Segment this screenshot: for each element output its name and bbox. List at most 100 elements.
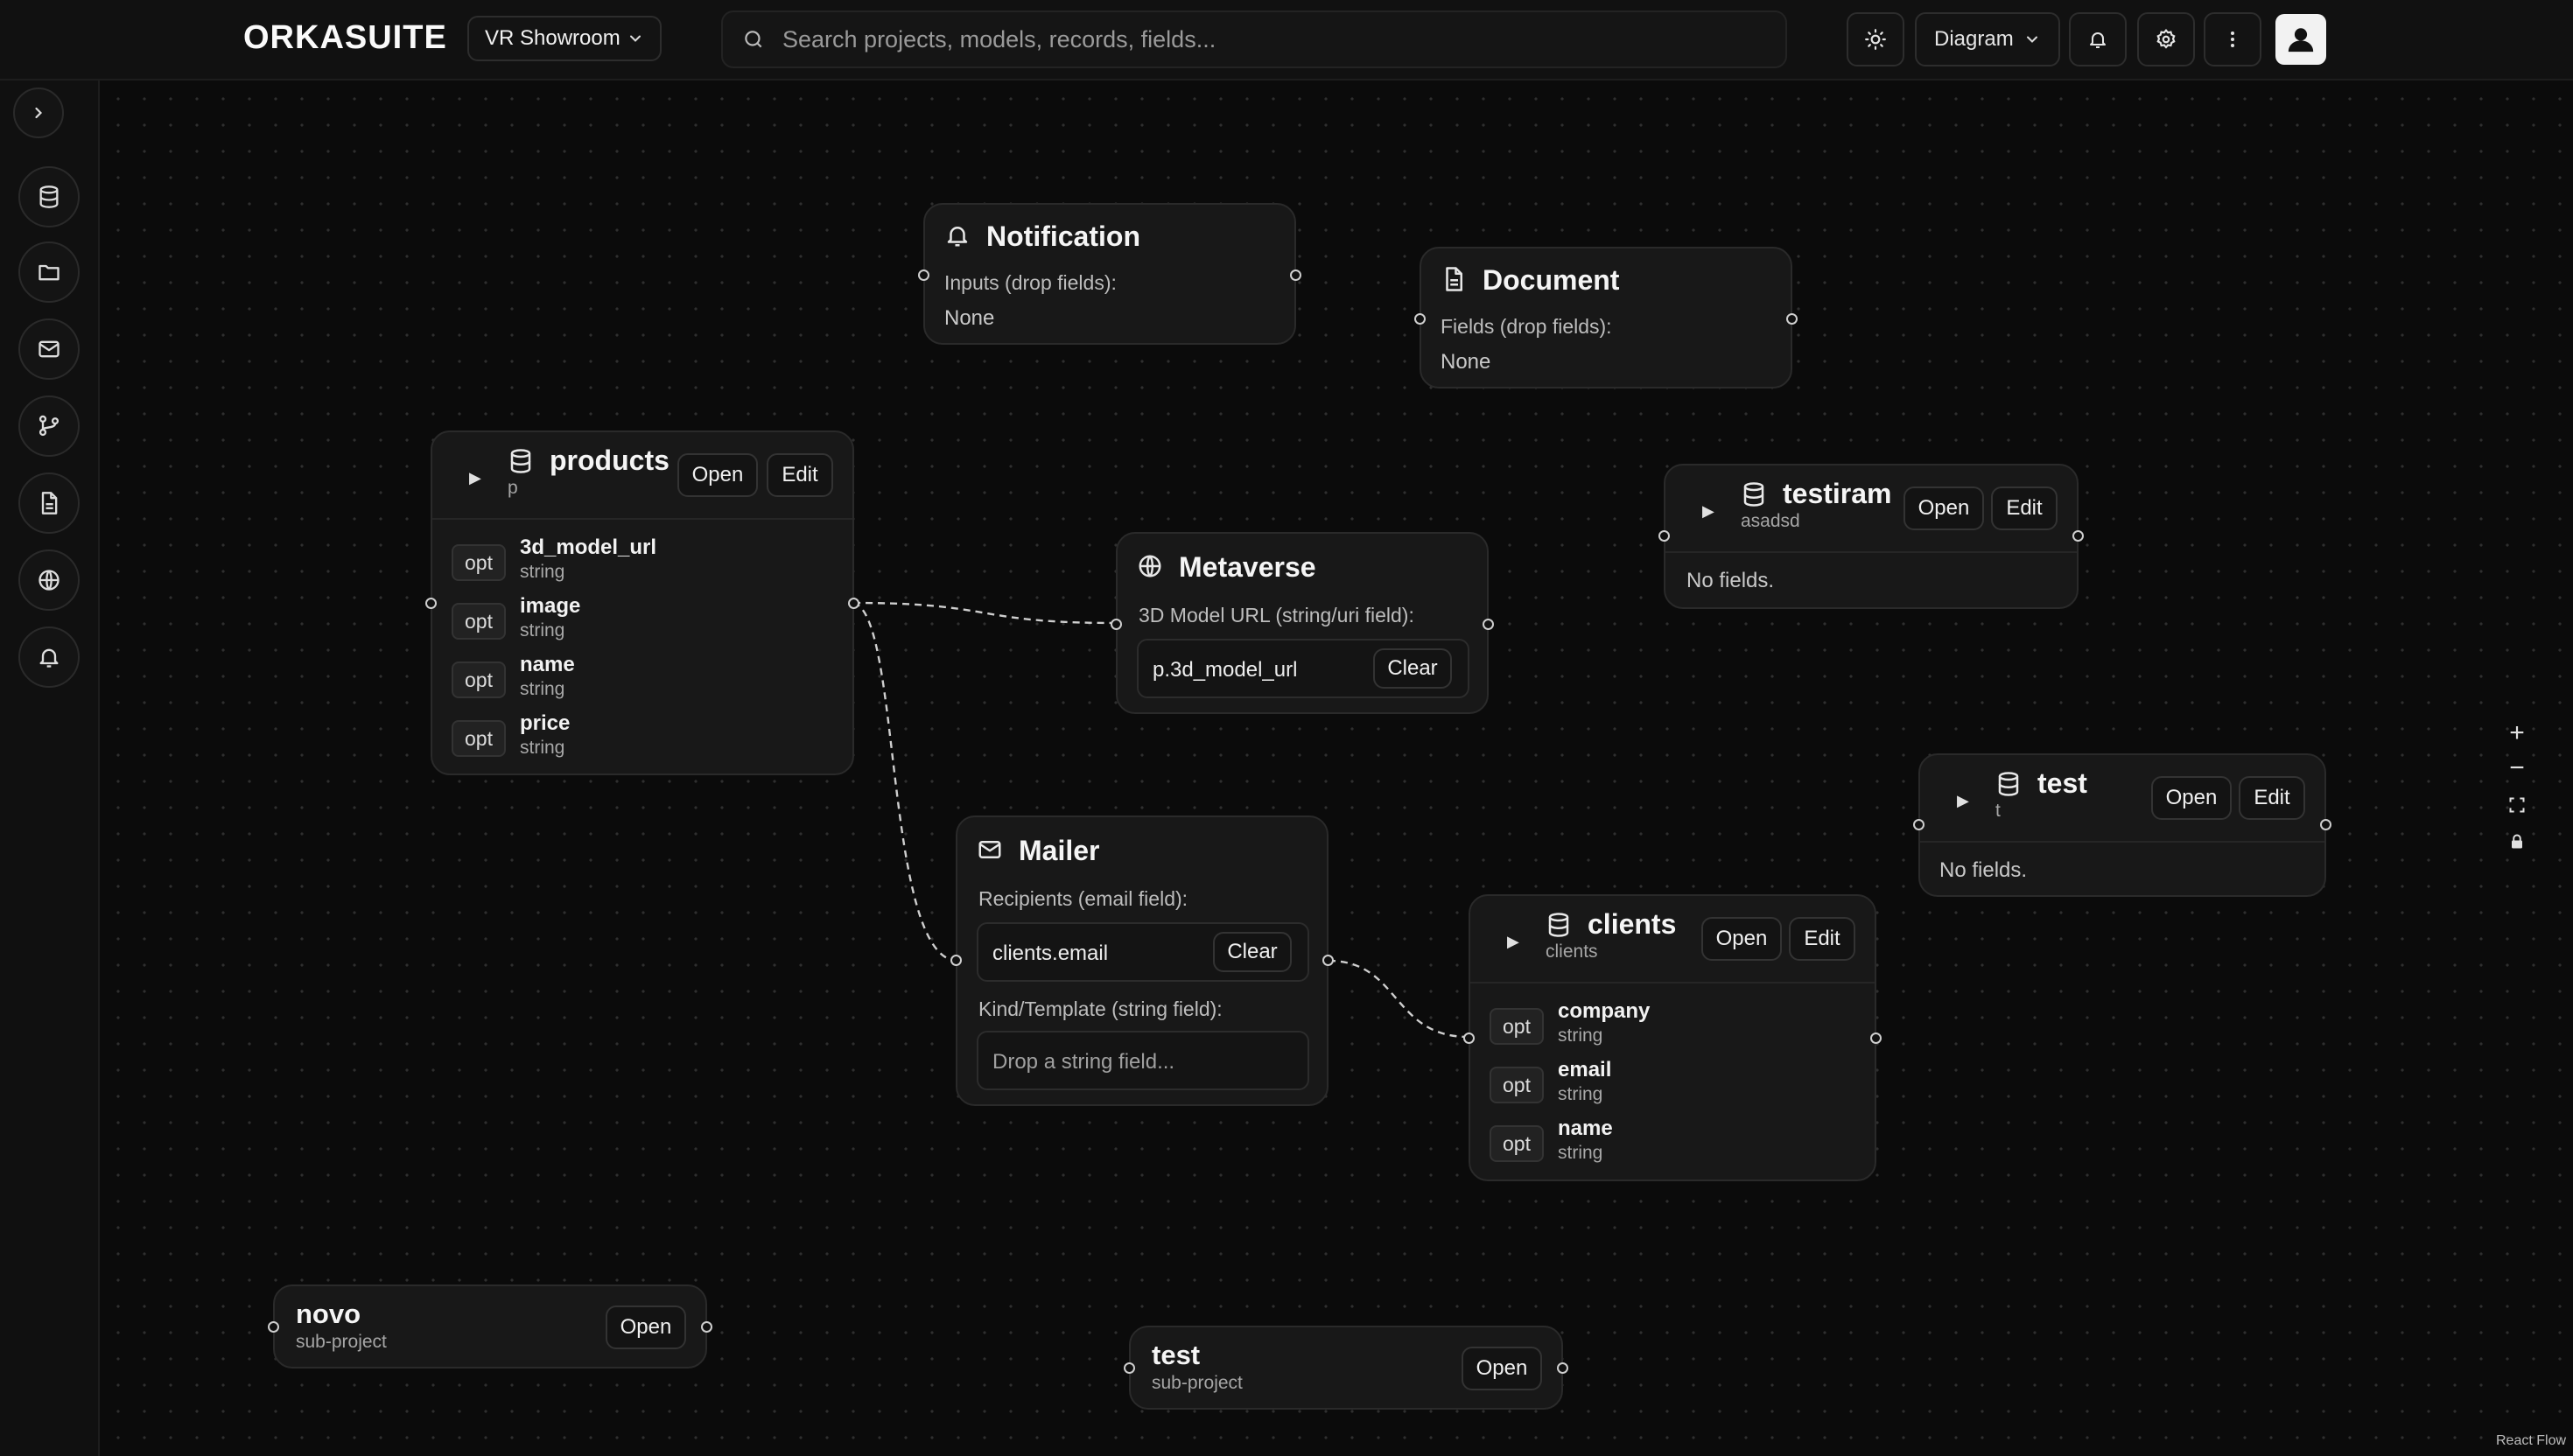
input-handle[interactable] <box>1913 819 1924 830</box>
open-button[interactable]: Open <box>677 453 758 497</box>
notifications-button[interactable] <box>2069 12 2127 66</box>
clients-model-node[interactable]: ▶ clients clients Open Edit opt company … <box>1463 894 1882 1181</box>
expand-toggle-icon[interactable]: ▶ <box>1702 502 1714 521</box>
input-handle[interactable] <box>1414 313 1426 325</box>
output-handle[interactable] <box>1322 955 1334 966</box>
lock-view-button[interactable] <box>2499 824 2534 859</box>
field-name: company <box>1558 999 1651 1023</box>
fit-view-button[interactable] <box>2499 788 2534 822</box>
expand-toggle-icon[interactable]: ▶ <box>1957 792 1969 810</box>
output-handle[interactable] <box>2320 819 2331 830</box>
open-button[interactable]: Open <box>1903 486 1984 530</box>
sidebar-item-database[interactable] <box>18 166 80 228</box>
sidebar-item-mail[interactable] <box>18 318 80 380</box>
node-title: test <box>2037 767 2087 799</box>
recipients-dropzone[interactable]: clients.email Clear <box>977 922 1309 982</box>
edit-button[interactable]: Edit <box>767 453 833 497</box>
input-handle[interactable] <box>1124 1362 1135 1374</box>
field-row[interactable]: opt price string <box>452 711 837 769</box>
zoom-out-button[interactable]: − <box>2499 751 2534 786</box>
edit-button[interactable]: Edit <box>1789 917 1855 961</box>
sidebar-item-documents[interactable] <box>18 472 80 534</box>
open-button[interactable]: Open <box>1701 917 1782 961</box>
node-subtitle: sub-project <box>1152 1373 1243 1393</box>
search-input[interactable] <box>782 25 1745 53</box>
input-handle[interactable] <box>1111 619 1122 630</box>
novo-subproject-node[interactable]: novo sub-project Open <box>268 1284 712 1368</box>
sidebar-item-workflows[interactable] <box>18 396 80 457</box>
app-logo[interactable]: ORKASUITE <box>243 19 447 57</box>
document-node[interactable]: Document Fields (drop fields): None <box>1414 247 1798 388</box>
field-row[interactable]: opt image string <box>452 594 837 652</box>
more-menu-button[interactable] <box>2204 12 2261 66</box>
sidebar-item-metaverse[interactable] <box>18 550 80 611</box>
sidebar-item-folders[interactable] <box>18 242 80 303</box>
folder-icon <box>39 264 60 281</box>
output-handle[interactable] <box>1870 1032 1882 1044</box>
input-handle[interactable] <box>1463 1032 1475 1044</box>
view-select[interactable]: Diagram <box>1915 12 2060 66</box>
optional-badge: opt <box>452 603 506 640</box>
edit-button[interactable]: Edit <box>2239 776 2305 820</box>
avatar[interactable] <box>2275 14 2326 65</box>
node-divider <box>1665 551 2077 553</box>
output-handle[interactable] <box>1483 619 1494 630</box>
output-handle[interactable] <box>848 598 859 609</box>
field-type: string <box>1558 1026 1603 1046</box>
zoom-in-button[interactable]: + <box>2499 716 2534 751</box>
output-handle[interactable] <box>1557 1362 1568 1374</box>
project-select[interactable]: VR Showroom <box>467 16 662 61</box>
search-bar[interactable] <box>721 10 1787 68</box>
field-row[interactable]: opt email string <box>1490 1058 1875 1116</box>
open-button[interactable]: Open <box>606 1306 686 1349</box>
optional-badge: opt <box>1490 1067 1544 1103</box>
node-divider <box>1470 982 1875 984</box>
node-title: Mailer <box>1019 835 1100 866</box>
settings-button[interactable] <box>2137 12 2195 66</box>
optional-badge: opt <box>452 544 506 581</box>
notification-node[interactable]: Notification Inputs (drop fields): None <box>918 203 1301 345</box>
metaverse-node[interactable]: Metaverse 3D Model URL (string/uri field… <box>1111 532 1494 714</box>
open-button[interactable]: Open <box>1462 1347 1542 1390</box>
kind-template-dropzone[interactable]: Drop a string field... <box>977 1031 1309 1090</box>
lock-icon <box>2512 834 2522 849</box>
output-handle[interactable] <box>1786 313 1798 325</box>
node-field-label: Fields (drop fields): <box>1441 315 1612 338</box>
expand-toggle-icon[interactable]: ▶ <box>1507 933 1519 951</box>
field-row[interactable]: opt 3d_model_url string <box>452 536 837 593</box>
test-subproject-node[interactable]: test sub-project Open <box>1124 1326 1568 1410</box>
input-handle[interactable] <box>918 270 929 281</box>
optional-badge: opt <box>1490 1008 1544 1045</box>
input-handle[interactable] <box>268 1321 279 1333</box>
field-name: name <box>1558 1116 1613 1140</box>
theme-toggle-button[interactable] <box>1847 12 1904 66</box>
clear-button[interactable]: Clear <box>1373 648 1452 689</box>
output-handle[interactable] <box>2072 530 2084 542</box>
input-handle[interactable] <box>425 598 437 609</box>
field-name: image <box>520 594 581 618</box>
testiram-model-node[interactable]: ▶ testiram asadsd Open Edit No fields. <box>1658 464 2084 609</box>
open-button[interactable]: Open <box>2151 776 2232 820</box>
output-handle[interactable] <box>1290 270 1301 281</box>
products-model-node[interactable]: ▶ products p Open Edit opt 3d_model_url … <box>425 430 859 775</box>
sidebar-toggle-button[interactable] <box>13 88 64 138</box>
node-subtitle: p <box>508 478 518 498</box>
expand-toggle-icon[interactable]: ▶ <box>469 469 481 487</box>
app-root: ORKASUITE VR Showroom Diagram <box>0 0 2573 1456</box>
empty-fields-label: No fields. <box>1939 858 2028 882</box>
test-model-node[interactable]: ▶ test t Open Edit No fields. <box>1913 753 2331 897</box>
field-row[interactable]: opt name string <box>452 653 837 710</box>
model-url-dropzone[interactable]: p.3d_model_url Clear <box>1137 639 1469 698</box>
mailer-node[interactable]: Mailer Recipients (email field): clients… <box>950 816 1334 1106</box>
sidebar-item-notifications[interactable] <box>18 626 80 688</box>
output-handle[interactable] <box>701 1321 712 1333</box>
input-handle[interactable] <box>1658 530 1670 542</box>
field-row[interactable]: opt company string <box>1490 999 1875 1057</box>
field-row[interactable]: opt name string <box>1490 1116 1875 1174</box>
edit-button[interactable]: Edit <box>1991 486 2058 530</box>
git-branch-icon <box>39 415 60 437</box>
input-handle[interactable] <box>950 955 962 966</box>
react-flow-attribution[interactable]: React Flow <box>2496 1433 2566 1449</box>
database-icon <box>1998 772 2019 796</box>
clear-button[interactable]: Clear <box>1213 932 1292 972</box>
